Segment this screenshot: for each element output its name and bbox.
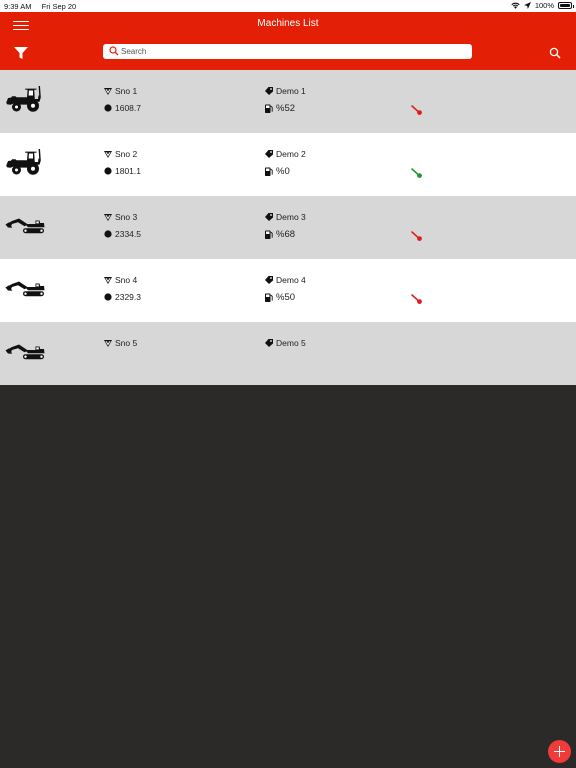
app-header: Machines List xyxy=(0,12,576,70)
fuel-level-text: %0 xyxy=(276,166,290,177)
add-machine-button[interactable] xyxy=(548,740,571,763)
tag-icon xyxy=(265,276,273,284)
machine-name: Demo 2 xyxy=(265,149,306,159)
serial-number: Sno 2 xyxy=(104,149,137,159)
search-bar[interactable] xyxy=(103,44,472,59)
machine-row-1[interactable]: Sno 1 1608.7 Demo 1 %52 xyxy=(0,70,576,133)
machine-row-4[interactable]: Sno 4 2329.3 Demo 4 %50 xyxy=(0,259,576,322)
diamond-icon xyxy=(104,339,112,347)
serial-number-text: Sno 1 xyxy=(115,86,138,96)
machine-row-5[interactable]: Sno 5 Demo 5 xyxy=(0,322,576,385)
fuel-pump-icon xyxy=(265,104,273,113)
search-input[interactable] xyxy=(121,44,461,59)
fuel-level: %68 xyxy=(265,229,295,240)
tag-icon xyxy=(265,87,273,95)
working-hours-text: 2329.3 xyxy=(115,292,141,302)
hour-meter-icon xyxy=(104,104,112,112)
backhoe-loader-icon xyxy=(6,149,41,175)
diamond-icon xyxy=(104,87,112,95)
battery-percent: 100% xyxy=(534,1,554,10)
engine-status-icon xyxy=(411,168,422,178)
tag-icon xyxy=(265,213,273,221)
machine-name: Demo 1 xyxy=(265,86,306,96)
working-hours: 1801.1 xyxy=(104,166,141,176)
page-title: Machines List xyxy=(257,18,319,29)
working-hours-text: 1801.1 xyxy=(115,166,141,176)
excavator-icon xyxy=(5,281,45,297)
status-bar: 9:39 AM Fri Sep 20 100% xyxy=(0,0,576,12)
fuel-level-text: %52 xyxy=(276,103,296,114)
backhoe-loader-icon xyxy=(6,86,41,112)
status-date: Fri Sep 20 xyxy=(41,2,77,11)
excavator-icon xyxy=(5,344,45,360)
working-hours: 2334.5 xyxy=(104,229,141,239)
working-hours-text: 1608.7 xyxy=(115,103,141,113)
engine-status-icon xyxy=(411,294,422,304)
serial-number-text: Sno 4 xyxy=(115,275,138,285)
search-button-icon[interactable] xyxy=(549,47,561,59)
working-hours-text: 2334.5 xyxy=(115,229,141,239)
status-time: 9:39 AM xyxy=(4,2,32,11)
search-icon xyxy=(109,46,119,56)
machine-row-3[interactable]: Sno 3 2334.5 Demo 3 %68 xyxy=(0,196,576,259)
diamond-icon xyxy=(104,213,112,221)
hour-meter-icon xyxy=(104,293,112,301)
serial-number: Sno 3 xyxy=(104,212,137,222)
fuel-pump-icon xyxy=(265,293,273,302)
diamond-icon xyxy=(104,150,112,158)
serial-number-text: Sno 2 xyxy=(115,149,138,159)
serial-number: Sno 5 xyxy=(104,338,137,348)
fuel-level-text: %50 xyxy=(276,292,296,303)
fuel-level: %52 xyxy=(265,103,295,114)
machine-name-text: Demo 5 xyxy=(276,338,306,348)
engine-status-icon xyxy=(411,105,422,115)
machine-name-text: Demo 4 xyxy=(276,275,306,285)
fuel-level: %50 xyxy=(265,292,295,303)
location-arrow-icon xyxy=(523,2,531,9)
fuel-level-text: %68 xyxy=(276,229,296,240)
serial-number: Sno 1 xyxy=(104,86,137,96)
hour-meter-icon xyxy=(104,167,112,175)
machine-name: Demo 3 xyxy=(265,212,306,222)
working-hours: 2329.3 xyxy=(104,292,141,302)
tag-icon xyxy=(265,150,273,158)
serial-number-text: Sno 5 xyxy=(115,338,138,348)
fuel-level: %0 xyxy=(265,166,290,177)
diamond-icon xyxy=(104,276,112,284)
machine-name-text: Demo 1 xyxy=(276,86,306,96)
filter-icon[interactable] xyxy=(14,47,28,59)
machine-name-text: Demo 2 xyxy=(276,149,306,159)
machine-name: Demo 4 xyxy=(265,275,306,285)
tag-icon xyxy=(265,339,273,347)
battery-icon xyxy=(558,2,574,9)
serial-number-text: Sno 3 xyxy=(115,212,138,222)
machine-name-text: Demo 3 xyxy=(276,212,306,222)
serial-number: Sno 4 xyxy=(104,275,137,285)
hour-meter-icon xyxy=(104,230,112,238)
excavator-icon xyxy=(5,218,45,234)
wifi-icon xyxy=(511,2,520,9)
machine-name: Demo 5 xyxy=(265,338,306,348)
fuel-pump-icon xyxy=(265,230,273,239)
engine-status-icon xyxy=(411,231,422,241)
working-hours: 1608.7 xyxy=(104,103,141,113)
fuel-pump-icon xyxy=(265,167,273,176)
machine-row-2[interactable]: Sno 2 1801.1 Demo 2 %0 xyxy=(0,133,576,196)
machines-list: Sno 1 1608.7 Demo 1 %52 Sno 2 1801.1 Dem… xyxy=(0,70,576,385)
